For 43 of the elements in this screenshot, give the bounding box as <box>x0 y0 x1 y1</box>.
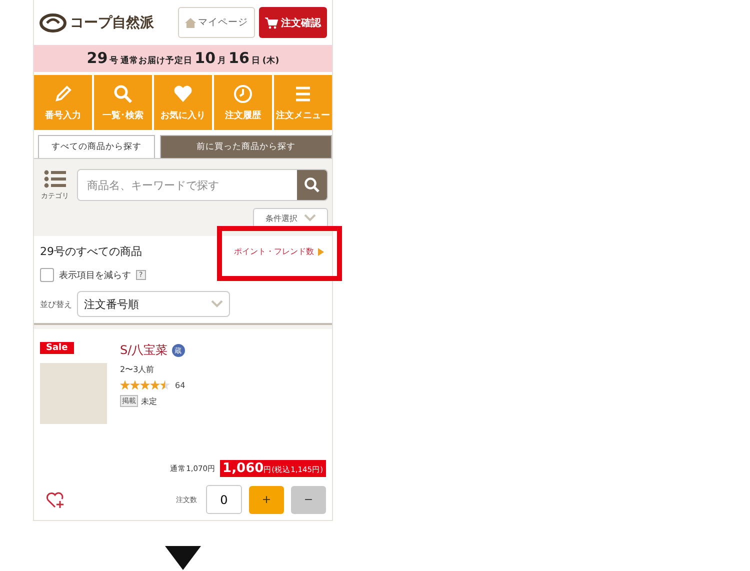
star-icon <box>130 380 140 390</box>
clock-icon <box>233 84 253 104</box>
search-icon <box>304 177 320 193</box>
star-icon <box>150 380 160 390</box>
chevron-icon <box>211 300 223 308</box>
search-button[interactable] <box>297 170 327 200</box>
sale-badge: Sale <box>40 342 74 354</box>
tab[interactable]: すべての商品から探す <box>38 135 155 158</box>
serving-text: 2〜3人前 <box>120 364 156 375</box>
search-icon <box>113 84 133 104</box>
home-icon <box>185 18 196 28</box>
review-count: 64 <box>175 380 186 390</box>
sort-dropdown[interactable]: 注文番号順 <box>77 291 230 317</box>
star-icon <box>120 380 130 390</box>
tag-value: 未定 <box>141 396 157 406</box>
tab[interactable]: 前に買った商品から探す <box>160 135 332 158</box>
checkbox-label: 表示項目を減らす <box>59 270 131 282</box>
plus-button[interactable]: + <box>249 486 284 514</box>
heart-icon <box>173 84 193 104</box>
star-icon <box>160 380 170 390</box>
sort-label: 並び替え <box>40 298 72 310</box>
logo-icon <box>39 12 67 32</box>
star-icon <box>140 380 150 390</box>
delivery-banner: 29 号 通常お届け予定日 10 月 16 日 (木) <box>34 45 332 72</box>
favorite-add-icon[interactable] <box>46 490 66 508</box>
filter-dropdown[interactable]: 条件選択 <box>253 208 328 228</box>
pencil-icon <box>53 84 73 104</box>
minus-button[interactable]: − <box>291 486 326 514</box>
product-name[interactable]: S/八宝菜 <box>120 342 168 359</box>
triangle-icon <box>318 248 324 256</box>
photo-placeholder <box>40 363 107 424</box>
chevron-icon <box>304 214 316 222</box>
mypage-button[interactable]: マイページ <box>178 7 255 38</box>
down-triangle-icon <box>165 546 201 570</box>
search-field[interactable]: 商品名、キーワードで探す <box>77 169 328 201</box>
cart-icon <box>265 16 278 28</box>
checkbox[interactable] <box>40 268 54 282</box>
list-title: 29号のすべての商品 <box>40 244 142 259</box>
list-icon <box>44 170 66 188</box>
points-link[interactable]: ポイント・フレンド数 <box>234 246 324 257</box>
order-button[interactable]: 注文確認 <box>259 7 327 38</box>
quantity-field[interactable]: 0 <box>206 485 242 514</box>
logo-text: コープ自然派 <box>70 14 154 32</box>
